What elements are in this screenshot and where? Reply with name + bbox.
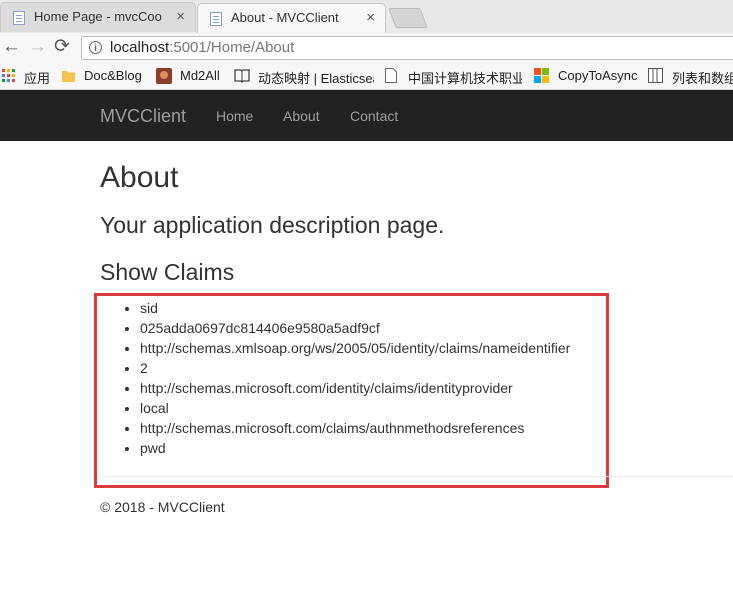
bookmark-md2all[interactable]: Md2All [156,66,226,86]
bookmark-label: 动态映射 | Elasticsearch [258,71,374,86]
footer-divider [100,476,733,477]
bookmark-doc-blog[interactable]: Doc&Blog [62,66,150,86]
url-host: localhost [110,39,170,56]
bookmark-apps[interactable]: 应用 [0,66,52,86]
close-tab-icon[interactable]: × [366,9,375,26]
bookmark-copytoasync[interactable]: CopyToAsync [534,66,638,86]
bookmark-elasticsearch[interactable]: 动态映射 | Elasticsearch [234,66,374,86]
bookmark-label: 列表和数组 [672,71,733,86]
bookmarks-bar: 应用 Doc&Blog Md2All 动态映射 | Elasticsearch … [0,62,733,90]
folder-icon [62,71,75,82]
windows-logo-icon [534,68,549,83]
page-title: About [100,161,179,194]
list-icon [648,68,663,83]
site-navbar: MVCClient Home About Contact [0,90,733,141]
page-favicon-icon [210,12,222,26]
reload-icon[interactable]: ⟳ [54,36,70,58]
url-path: :5001/Home/About [169,39,295,56]
claims-heading: Show Claims [100,259,235,285]
site-brand-link[interactable]: MVCClient [100,106,186,127]
address-bar[interactable]: i localhost:5001/Home/About [81,36,733,60]
bookmark-label: 中国计算机技术职业 [408,71,522,86]
md2all-icon [156,68,172,84]
page-description: Your application description page. [100,212,445,238]
address-url[interactable]: localhost:5001/Home/About [110,39,294,56]
tab-strip: Home Page - mvcCookieAuthSample × About … [0,0,733,33]
browser-toolbar: ← → ⟳ i localhost:5001/Home/About [0,33,733,62]
page-favicon-icon [13,11,25,25]
page-icon [385,68,397,83]
close-tab-icon[interactable]: × [176,8,185,25]
bookmark-label: CopyToAsync [558,68,638,83]
bookmark-label: Md2All [180,68,220,83]
new-tab-button[interactable] [388,8,428,28]
tab-title: About - MVCClient [231,10,339,25]
nav-link-about[interactable]: About [283,108,320,124]
nav-link-home[interactable]: Home [216,108,253,124]
nav-link-contact[interactable]: Contact [350,108,398,124]
forward-arrow-icon[interactable]: → [28,36,47,58]
tab-about[interactable]: About - MVCClient × [197,3,386,33]
bookmark-label: 应用 [24,71,51,86]
bookmark-label: Doc&Blog [84,68,142,83]
apps-grid-icon [2,69,15,82]
book-icon [234,69,250,83]
tab-home-page[interactable]: Home Page - mvcCookieAuthSample × [0,2,196,32]
footer-copyright: © 2018 - MVCClient [100,499,225,515]
site-info-icon[interactable]: i [89,41,102,54]
tab-title: Home Page - mvcCookieAuthSample [34,9,162,24]
annotation-highlight-box [94,293,609,488]
back-arrow-icon[interactable]: ← [2,36,21,58]
bookmark-computer-tech[interactable]: 中国计算机技术职业 [385,66,522,86]
bookmark-lists-arrays[interactable]: 列表和数组 [648,66,733,86]
